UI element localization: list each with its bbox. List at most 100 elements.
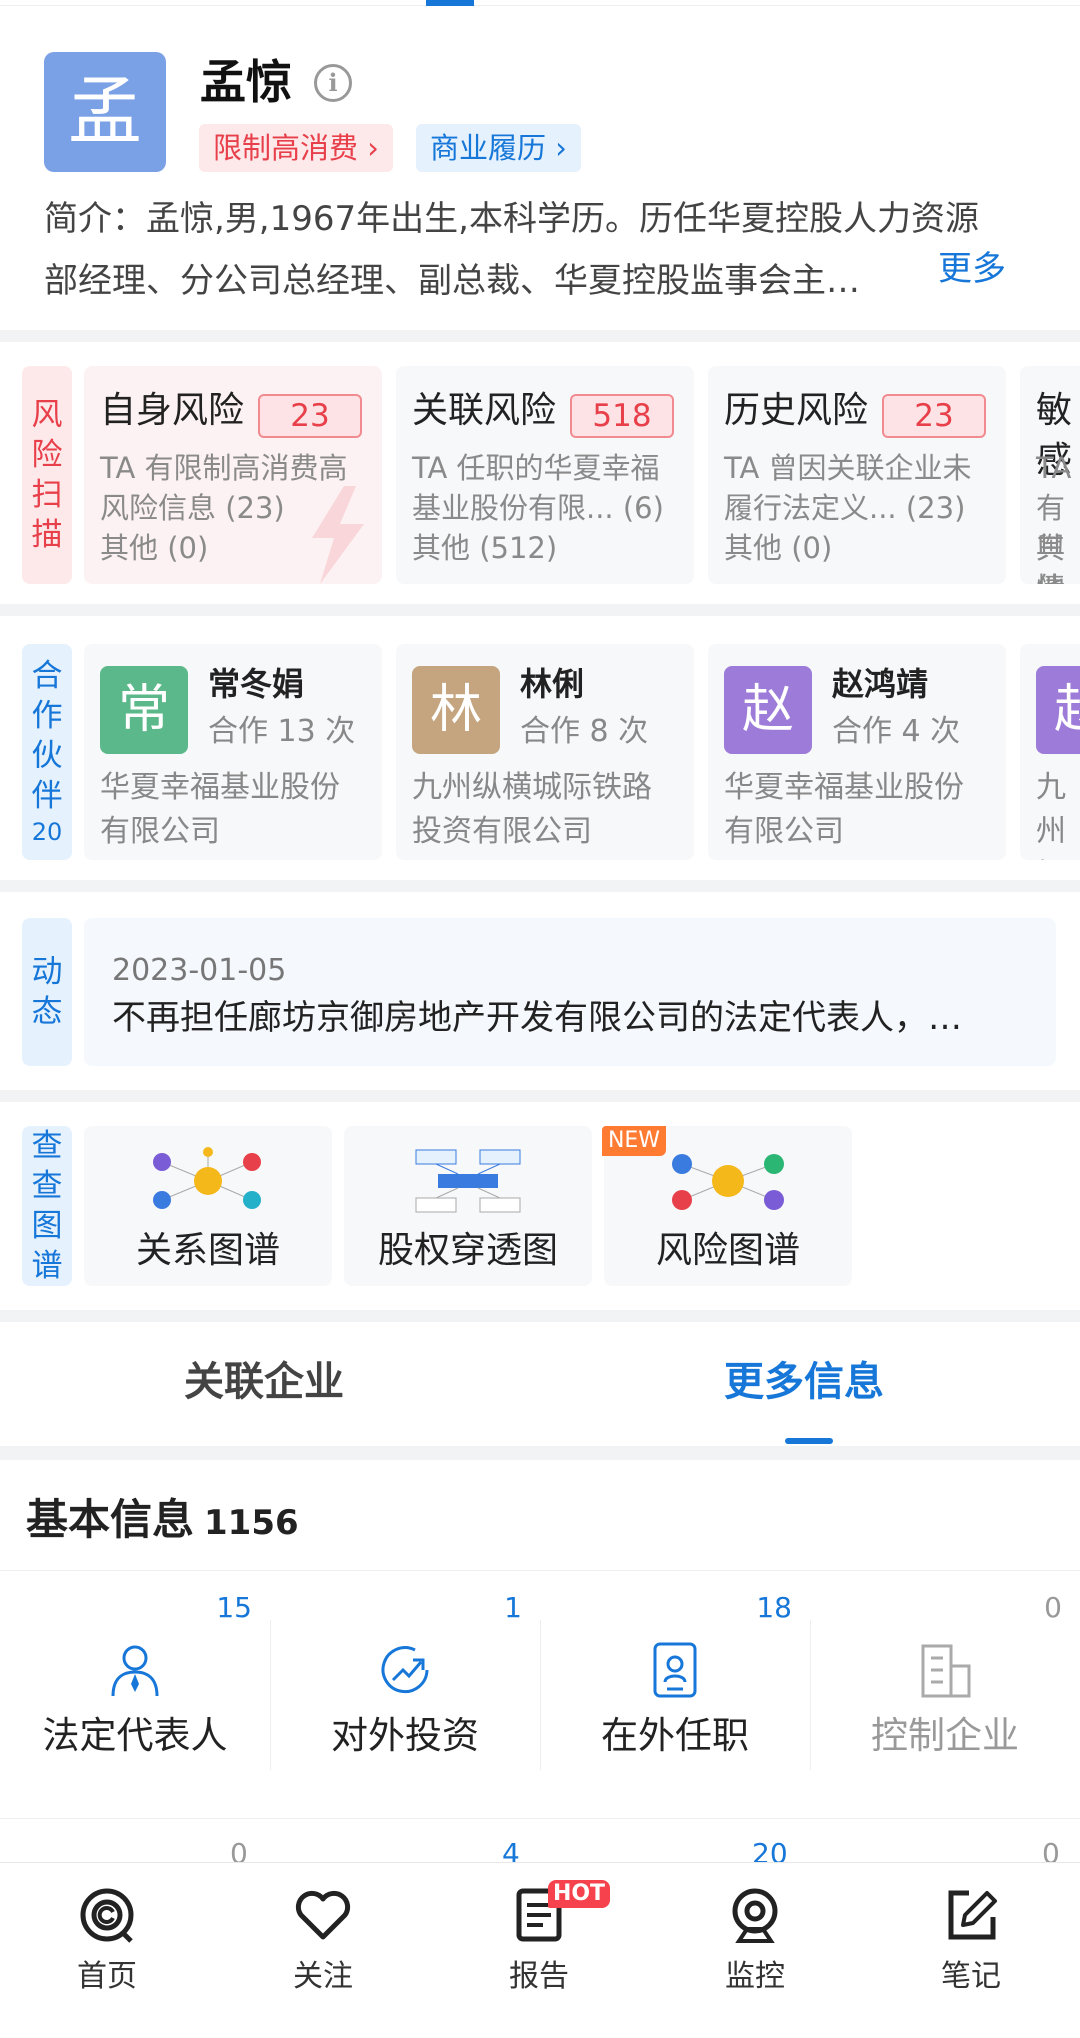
- partner-company: 华夏幸福基业股份 有限公司: [724, 766, 964, 854]
- partner-company: 九州投资: [1036, 766, 1080, 860]
- label-char: 险: [31, 437, 63, 473]
- equity-graph-card[interactable]: 股权穿透图: [344, 1126, 592, 1286]
- company-line: 有限公司: [724, 814, 844, 849]
- partner-company: 华夏幸福基业股份 有限公司: [100, 766, 340, 854]
- nav-follow[interactable]: 关注: [258, 1883, 388, 1999]
- risk-desc-line: TA 曾因关联企业未: [724, 451, 972, 485]
- grid-item-legal-rep[interactable]: 15 法定代表人: [0, 1590, 270, 1790]
- tab-more-info[interactable]: 更多信息: [724, 1352, 884, 1412]
- label-char: 伙: [31, 738, 63, 774]
- monitor-camera-icon: [732, 1888, 778, 1943]
- partner-name: 林俐: [520, 665, 585, 703]
- company-line: 有限公司: [100, 814, 220, 849]
- company-line: 投资有限公司: [412, 814, 592, 849]
- dynamic-text[interactable]: 不再担任廊坊京御房地产开发有限公司的法定代表人，…: [112, 994, 962, 1042]
- graph-title: 股权穿透图: [377, 1230, 558, 1271]
- risk-card-self[interactable]: 自身风险 23 TA 有限制高消费高 风险信息 (23) 其他 (0): [84, 366, 382, 584]
- label-char: 作: [31, 698, 63, 734]
- nav-label: 报告: [509, 1959, 569, 1994]
- risk-count-badge: 23: [882, 394, 986, 438]
- risk-desc-line: 履行法定义... (23): [724, 491, 966, 525]
- risk-other: 其他 (0): [100, 531, 209, 565]
- partner-card[interactable]: 林 林俐 合作 8 次 九州纵横城际铁路 投资有限公司: [396, 644, 694, 860]
- restriction-tag[interactable]: 限制高消费 ›: [199, 124, 393, 172]
- partner-avatar: 赵: [724, 666, 812, 754]
- info-icon[interactable]: i: [314, 64, 352, 102]
- nav-monitor[interactable]: 监控: [690, 1883, 820, 1999]
- risk-desc-line: TA 有: [1036, 451, 1072, 525]
- partner-card[interactable]: 赵 九州投资: [1020, 644, 1080, 860]
- label-char: 查: [31, 1128, 63, 1164]
- risk-card-sensitive[interactable]: 敏感 TA 有舆情 其他: [1020, 366, 1080, 584]
- partner-avatar: 林: [412, 666, 500, 754]
- dynamic-card[interactable]: [84, 918, 1056, 1066]
- tab-related-companies[interactable]: 关联企业: [184, 1352, 344, 1412]
- risk-count-badge: 518: [570, 394, 674, 438]
- label-char: 伴: [31, 778, 63, 814]
- company-line: 九州: [1036, 770, 1066, 849]
- basic-info-count: 1156: [204, 1503, 299, 1543]
- relation-graph-card[interactable]: 关系图谱: [84, 1126, 332, 1286]
- label-char: 描: [31, 517, 63, 553]
- person-tie-icon: [111, 1645, 159, 1697]
- nav-notes[interactable]: 笔记: [906, 1883, 1036, 1999]
- risk-desc-line: 基业股份有限... (6): [412, 491, 664, 525]
- risk-title: 关联风险: [412, 390, 557, 431]
- grid-item-external-post[interactable]: 18 在外任职: [540, 1590, 810, 1790]
- risk-desc: TA 有限制高消费高 风险信息 (23): [100, 448, 348, 528]
- heart-icon: [295, 1890, 351, 1940]
- company-line: 九州纵横城际铁路: [412, 770, 652, 805]
- grid-count: 18: [756, 1591, 792, 1624]
- person-name: 孟惊: [200, 55, 292, 109]
- grid-label: 对外投资: [331, 1714, 479, 1757]
- grid-count: 0: [1044, 1591, 1062, 1624]
- graph-title: 关系图谱: [135, 1230, 280, 1271]
- grid-count: 15: [216, 1591, 252, 1624]
- business-history-tag[interactable]: 商业履历 ›: [416, 124, 581, 172]
- label-char: 风: [31, 397, 63, 433]
- partner-avatar: 常: [100, 666, 188, 754]
- risk-other: 其他 (0): [724, 531, 833, 565]
- partner-card[interactable]: 赵 赵鸿靖 合作 4 次 华夏幸福基业股份 有限公司: [708, 644, 1006, 860]
- risk-card-history[interactable]: 历史风险 23 TA 曾因关联企业未 履行法定义... (23) 其他 (0): [708, 366, 1006, 584]
- risk-card-related[interactable]: 关联风险 518 TA 任职的华夏幸福 基业股份有限... (6) 其他 (512…: [396, 366, 694, 584]
- company-line: 华夏幸福基业股份: [100, 770, 340, 805]
- basic-info-title: 基本信息 1156: [26, 1490, 299, 1553]
- grid-label: 法定代表人: [42, 1714, 228, 1757]
- label-char: 扫: [31, 477, 63, 513]
- basic-info-label: 基本信息: [26, 1495, 195, 1544]
- section-divider: [0, 1310, 1080, 1322]
- grid-item-controlled[interactable]: 0 控制企业: [810, 1590, 1080, 1790]
- grid-item-investment[interactable]: 1 对外投资: [270, 1590, 540, 1790]
- dynamic-label: 动 态: [22, 918, 72, 1066]
- section-divider: [0, 1446, 1080, 1460]
- risk-desc-line: 风险信息 (23): [100, 491, 285, 525]
- intro-line: 简介：孟惊,男,1967年出生,本科学历。历任华夏控股人力资源: [44, 199, 979, 239]
- active-tab-indicator: [785, 1438, 833, 1444]
- divider: [0, 1570, 1080, 1571]
- divider: [0, 1818, 1080, 1819]
- risk-scan-label: 风 险 扫 描: [22, 366, 72, 584]
- grid-count: 1: [504, 1591, 522, 1624]
- risk-title: 历史风险: [724, 390, 869, 431]
- section-divider: [0, 1090, 1080, 1102]
- risk-desc: TA 曾因关联企业未 履行法定义... (23): [724, 448, 972, 528]
- label-char: 查: [31, 1168, 63, 1204]
- nav-home[interactable]: 首页: [42, 1883, 172, 1999]
- risk-desc-line: TA 有限制高消费高: [100, 451, 348, 485]
- company-line: 华夏幸福基业股份: [724, 770, 964, 805]
- partner-card[interactable]: 常 常冬娟 合作 13 次 华夏幸福基业股份 有限公司: [84, 644, 382, 860]
- equity-graph-icon: [415, 1149, 521, 1213]
- profile-intro: 简介：孟惊,男,1967年出生,本科学历。历任华夏控股人力资源 部经理、分公司总…: [44, 188, 1044, 312]
- label-char: 态: [31, 994, 63, 1030]
- partner-times: 合作 8 次: [520, 714, 649, 749]
- grid-label: 控制企业: [871, 1714, 1019, 1757]
- section-divider: [0, 880, 1080, 892]
- risk-title: 自身风险: [100, 390, 245, 431]
- top-tab-indicator: [426, 0, 474, 6]
- partner-avatar: 赵: [1036, 666, 1080, 754]
- risk-count-badge: 23: [258, 394, 362, 438]
- bottom-nav: 首页 关注 报告 监控 笔记: [0, 1862, 1080, 2038]
- partner-times: 合作 4 次: [832, 714, 961, 749]
- intro-more-link[interactable]: 更多: [938, 244, 1006, 294]
